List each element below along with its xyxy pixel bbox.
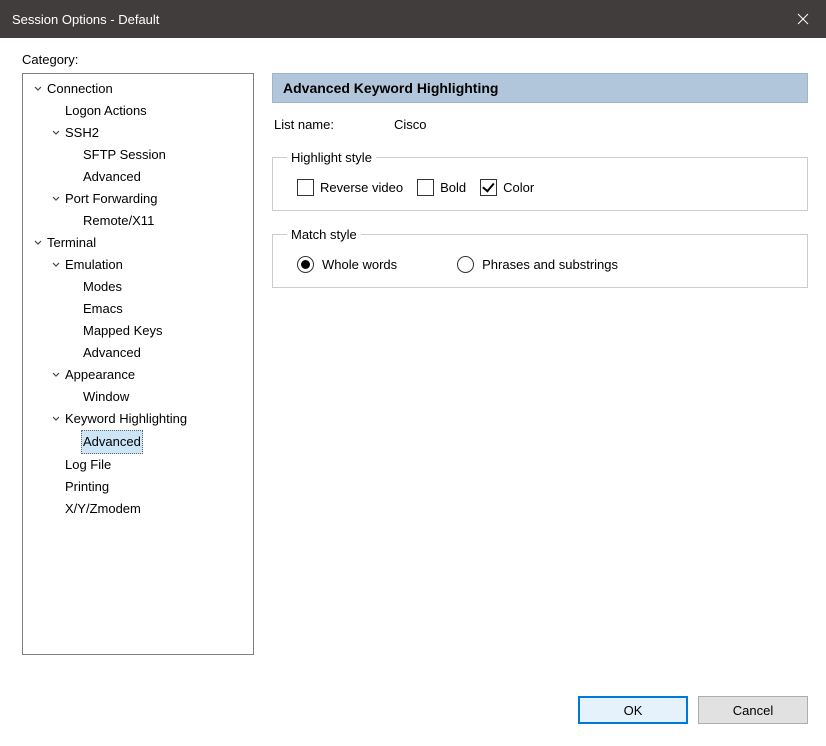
tree-item[interactable]: X/Y/Zmodem (25, 498, 251, 520)
highlight-style-checks: Reverse video Bold Color (287, 175, 793, 196)
checkbox-bold[interactable]: Bold (417, 179, 466, 196)
radio-circle (457, 256, 474, 273)
tree-item[interactable]: Emacs (25, 298, 251, 320)
radio-label: Whole words (322, 257, 397, 272)
category-tree[interactable]: ConnectionLogon ActionsSSH2SFTP SessionA… (22, 73, 254, 655)
tree-item-label: Mapped Keys (81, 320, 165, 342)
checkbox-label: Bold (440, 180, 466, 195)
tree-item[interactable]: Printing (25, 476, 251, 498)
content-area: Category: ConnectionLogon ActionsSSH2SFT… (0, 38, 826, 746)
checkbox-box (480, 179, 497, 196)
tree-item[interactable]: Mapped Keys (25, 320, 251, 342)
tree-item-label: X/Y/Zmodem (63, 498, 143, 520)
close-icon (797, 13, 809, 25)
checkbox-box (297, 179, 314, 196)
match-style-radios: Whole words Phrases and substrings (287, 252, 793, 273)
checkbox-box (417, 179, 434, 196)
tree-item-label: SFTP Session (81, 144, 168, 166)
tree-item-label: Connection (45, 78, 115, 100)
tree-item[interactable]: Remote/X11 (25, 210, 251, 232)
list-name-row: List name: Cisco (272, 115, 808, 146)
tree-item-label: Emulation (63, 254, 125, 276)
tree-item-label: Advanced (81, 166, 143, 188)
tree-item[interactable]: Logon Actions (25, 100, 251, 122)
ok-button[interactable]: OK (578, 696, 688, 724)
chevron-down-icon (31, 84, 45, 94)
chevron-down-icon (49, 370, 63, 380)
tree-item-label: Logon Actions (63, 100, 149, 122)
tree-item[interactable]: Advanced (25, 430, 251, 454)
match-style-group: Match style Whole words Phrases and subst… (272, 227, 808, 288)
chevron-down-icon (49, 260, 63, 270)
tree-item[interactable]: Advanced (25, 342, 251, 364)
chevron-down-icon (49, 128, 63, 138)
tree-item-label: Appearance (63, 364, 137, 386)
category-label: Category: (22, 52, 808, 67)
checkbox-label: Reverse video (320, 180, 403, 195)
tree-item[interactable]: Emulation (25, 254, 251, 276)
panel-header: Advanced Keyword Highlighting (272, 73, 808, 103)
tree-item[interactable]: Modes (25, 276, 251, 298)
tree-item[interactable]: Appearance (25, 364, 251, 386)
tree-item-label: Window (81, 386, 131, 408)
tree-item-label: SSH2 (63, 122, 101, 144)
tree-item[interactable]: Advanced (25, 166, 251, 188)
tree-item-label: Printing (63, 476, 111, 498)
tree-item-label: Modes (81, 276, 124, 298)
session-options-dialog: Session Options - Default Category: Conn… (0, 0, 826, 746)
tree-item-label: Log File (63, 454, 113, 476)
list-name-label: List name: (274, 117, 394, 132)
close-button[interactable] (780, 0, 826, 38)
tree-item-label: Advanced (81, 342, 143, 364)
chevron-down-icon (49, 194, 63, 204)
tree-item-label: Port Forwarding (63, 188, 159, 210)
radio-label: Phrases and substrings (482, 257, 618, 272)
tree-item-label: Emacs (81, 298, 125, 320)
chevron-down-icon (31, 238, 45, 248)
chevron-down-icon (49, 414, 63, 424)
window-title: Session Options - Default (12, 12, 159, 27)
tree-item[interactable]: Connection (25, 78, 251, 100)
checkbox-color[interactable]: Color (480, 179, 534, 196)
tree-item-label: Remote/X11 (81, 210, 156, 232)
dialog-buttons: OK Cancel (22, 680, 808, 732)
tree-item[interactable]: Terminal (25, 232, 251, 254)
match-style-legend: Match style (287, 227, 361, 242)
tree-item[interactable]: Window (25, 386, 251, 408)
main-area: ConnectionLogon ActionsSSH2SFTP SessionA… (22, 73, 808, 680)
cancel-button[interactable]: Cancel (698, 696, 808, 724)
titlebar: Session Options - Default (0, 0, 826, 38)
radio-whole-words[interactable]: Whole words (297, 256, 397, 273)
panel-body: List name: Cisco Highlight style Reverse… (272, 103, 808, 304)
settings-panel: Advanced Keyword Highlighting List name:… (272, 73, 808, 680)
tree-item-label: Terminal (45, 232, 98, 254)
highlight-style-legend: Highlight style (287, 150, 376, 165)
tree-item[interactable]: Keyword Highlighting (25, 408, 251, 430)
checkbox-reverse-video[interactable]: Reverse video (297, 179, 403, 196)
tree-item-label: Advanced (81, 430, 143, 454)
highlight-style-group: Highlight style Reverse video Bold Color (272, 150, 808, 211)
tree-item[interactable]: Log File (25, 454, 251, 476)
radio-circle (297, 256, 314, 273)
radio-phrases-and-substrings[interactable]: Phrases and substrings (457, 256, 618, 273)
tree-item[interactable]: Port Forwarding (25, 188, 251, 210)
list-name-value: Cisco (394, 117, 427, 132)
tree-item[interactable]: SSH2 (25, 122, 251, 144)
checkbox-label: Color (503, 180, 534, 195)
tree-item[interactable]: SFTP Session (25, 144, 251, 166)
tree-item-label: Keyword Highlighting (63, 408, 189, 430)
